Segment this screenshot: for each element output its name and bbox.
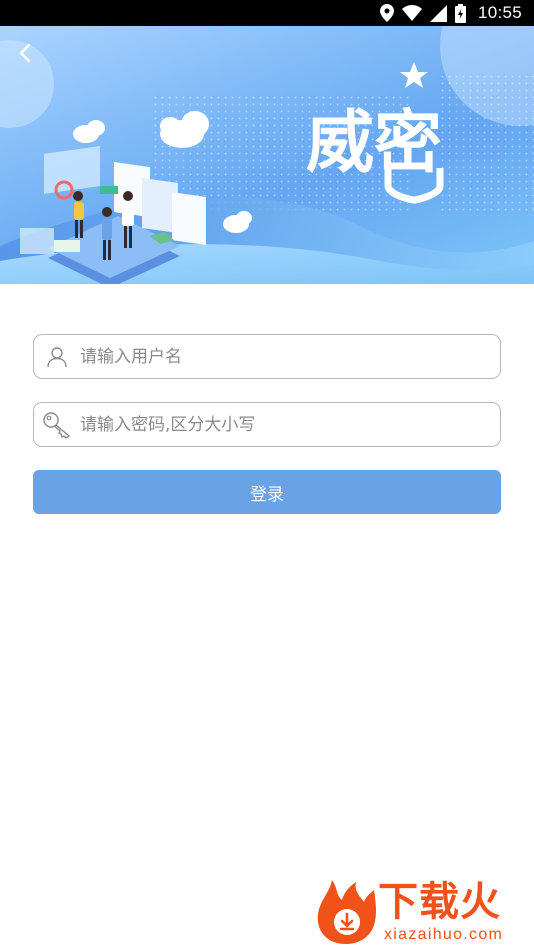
- username-input[interactable]: [80, 336, 500, 377]
- login-button[interactable]: 登录: [33, 470, 501, 514]
- watermark-logo: 下载火 xiazaihuo.com: [314, 878, 530, 946]
- user-icon: [34, 334, 80, 379]
- key-icon: [34, 402, 80, 447]
- brand-logo: 威密: [306, 62, 444, 204]
- watermark-title: 下载火: [378, 879, 501, 925]
- status-time: 10:55: [477, 3, 522, 22]
- status-bar: 10:55: [0, 0, 534, 26]
- battery-icon: [454, 3, 466, 23]
- wifi-icon: [401, 5, 422, 21]
- logo-text: 威密: [306, 103, 442, 183]
- location-icon: [379, 4, 394, 22]
- chevron-left-icon: [19, 43, 31, 63]
- watermark-subtitle: xiazaihuo.com: [384, 926, 504, 943]
- flame-icon: [317, 880, 376, 944]
- signal-icon: [429, 4, 447, 22]
- password-input[interactable]: [80, 404, 500, 445]
- password-field[interactable]: [33, 402, 501, 447]
- back-button[interactable]: [10, 38, 40, 68]
- header-banner: 威密: [0, 26, 534, 284]
- username-field[interactable]: [33, 334, 501, 379]
- banner-illustration: 威密: [0, 26, 534, 284]
